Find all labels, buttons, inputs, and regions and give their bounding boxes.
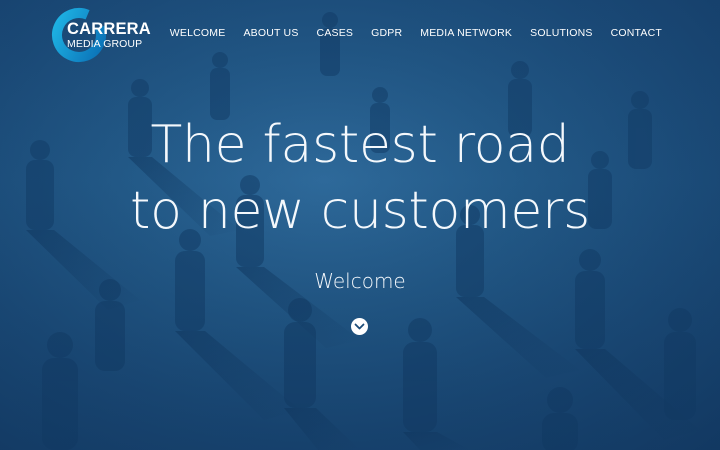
nav-item-solutions[interactable]: SOLUTIONS [530,27,592,39]
brand-name: CARRERA [67,20,151,38]
main-nav: WELCOME ABOUT US CASES GDPR MEDIA NETWOR… [152,27,662,39]
headline-line-1: The fastest road [150,115,570,175]
hero-section: CARRERA MEDIA GROUP WELCOME ABOUT US CAS… [0,0,720,450]
nav-item-cases[interactable]: CASES [317,27,354,39]
headline-line-2: to new customers [130,181,590,241]
chevron-down-icon [354,323,365,330]
hero-headline: The fastest road to new customers [0,112,720,244]
brand-subtitle: MEDIA GROUP [67,38,143,50]
scroll-down-button[interactable] [351,318,368,335]
nav-item-media-network[interactable]: MEDIA NETWORK [420,27,512,39]
nav-item-gdpr[interactable]: GDPR [371,27,402,39]
nav-item-about-us[interactable]: ABOUT US [243,27,298,39]
brand-logo[interactable]: CARRERA MEDIA GROUP [50,6,151,64]
nav-item-contact[interactable]: CONTACT [611,27,662,39]
nav-item-welcome[interactable]: WELCOME [170,27,226,39]
welcome-text: Welcome [314,269,406,293]
